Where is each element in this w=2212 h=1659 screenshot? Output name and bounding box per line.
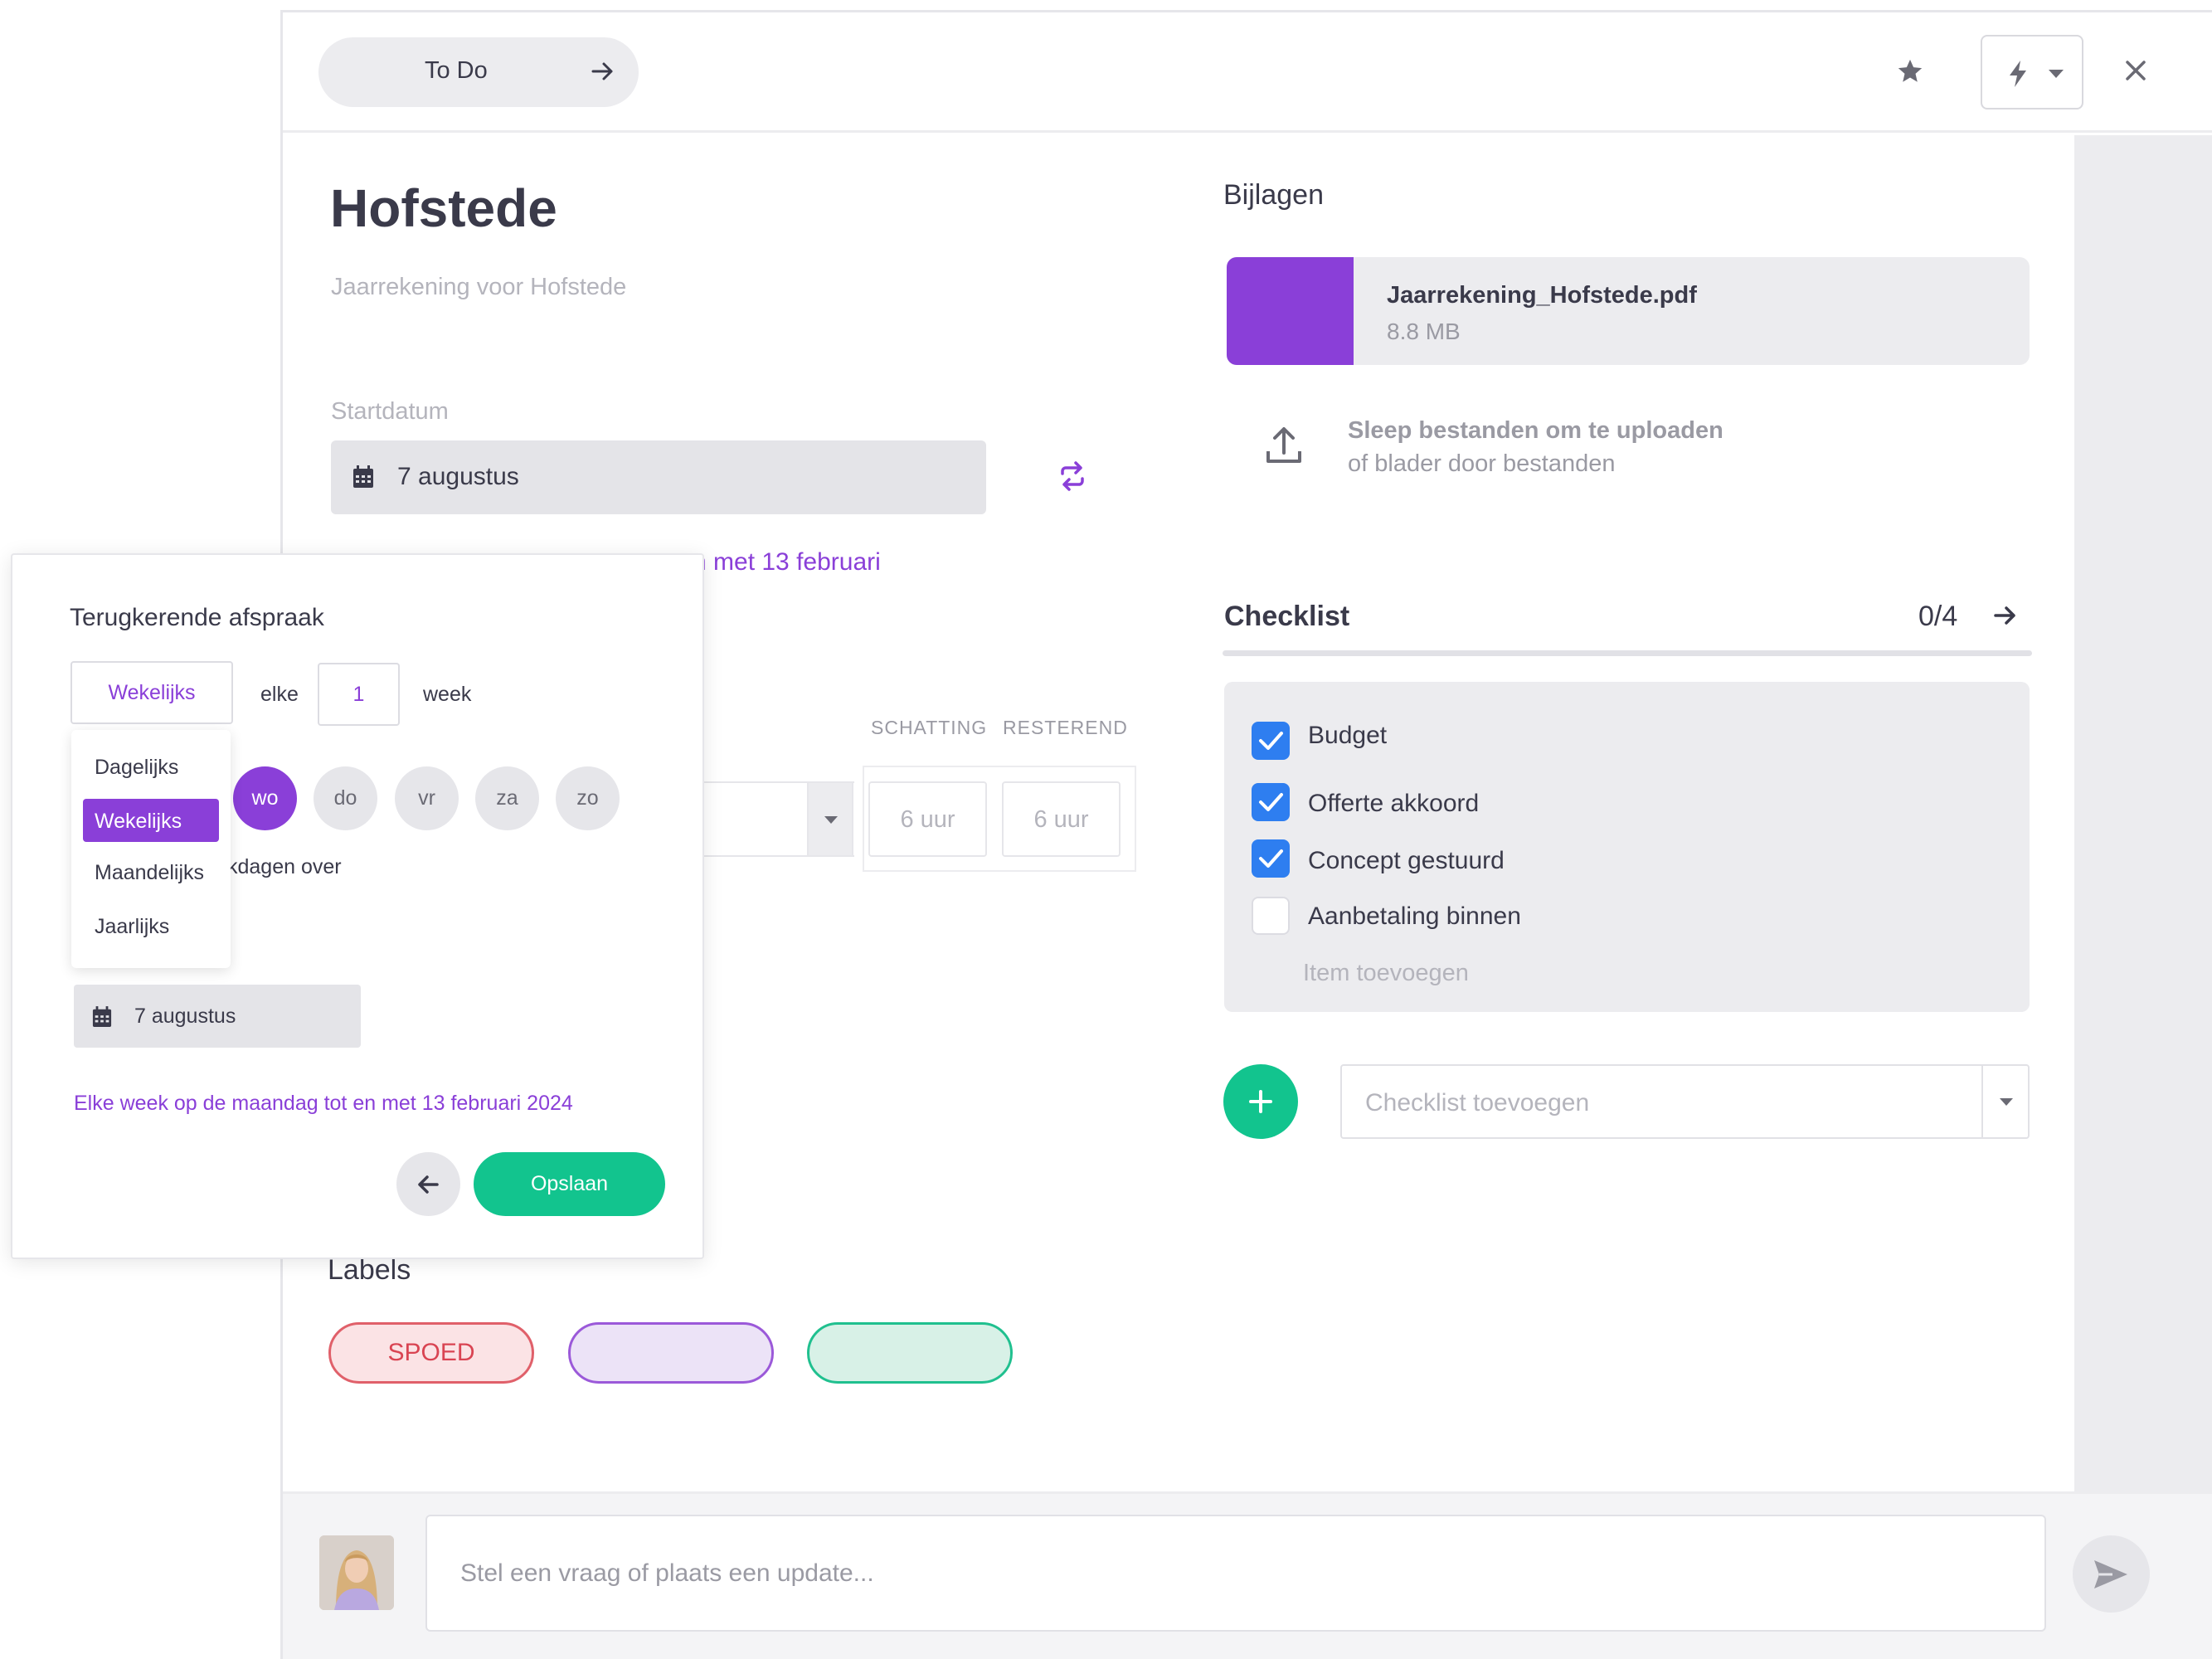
option-label: Maandelijks (95, 861, 205, 884)
checklist-count: 0/4 (1918, 601, 1958, 632)
start-date-field[interactable]: 7 augustus (331, 440, 986, 514)
remaining-input[interactable]: 6 uur (1002, 781, 1121, 857)
option-maandelijks[interactable]: Maandelijks (83, 850, 219, 893)
attachment-size: 8.8 MB (1387, 319, 1461, 344)
skip-weekdays-option[interactable]: kdagen over (227, 855, 342, 879)
attachments-heading: Bijlagen (1223, 179, 1324, 211)
checklist-heading: Checklist (1224, 601, 1350, 632)
upload-icon[interactable] (1266, 425, 1302, 466)
day-vr[interactable]: vr (395, 766, 459, 830)
day-label: za (496, 786, 518, 810)
chevron-down-icon (2049, 70, 2064, 78)
day-wo[interactable]: wo (233, 766, 297, 830)
frequency-dropdown: Dagelijks Wekelijks Maandelijks Jaarlijk… (71, 730, 231, 968)
day-zo[interactable]: zo (556, 766, 620, 830)
option-jaarlijks[interactable]: Jaarlijks (83, 904, 219, 947)
checkbox-aanbetaling[interactable] (1252, 897, 1290, 935)
upload-instruction[interactable]: Sleep bestanden om te uploaden (1348, 417, 1723, 445)
estimate-input[interactable]: 6 uur (868, 781, 987, 857)
frequency-value: Wekelijks (108, 681, 196, 704)
automation-dropdown-button[interactable] (1981, 35, 2083, 109)
calendar-icon (92, 1006, 112, 1028)
day-label: do (333, 786, 357, 810)
chevron-down-icon (2000, 1098, 2013, 1106)
plus-icon (1249, 1090, 1272, 1113)
repeat-icon[interactable] (1057, 461, 1087, 491)
calendar-icon (352, 465, 374, 489)
day-za[interactable]: za (475, 766, 539, 830)
frequency-select[interactable]: Wekelijks (70, 661, 233, 724)
day-do[interactable]: do (314, 766, 377, 830)
back-button[interactable] (396, 1152, 460, 1216)
checklist-item[interactable]: Budget (1308, 722, 1387, 750)
interval-input[interactable]: 1 (318, 663, 400, 726)
chevron-down-icon (824, 816, 838, 824)
checklist-progress-bar (1223, 650, 2032, 656)
checkbox-concept[interactable] (1252, 839, 1290, 878)
checklist-template-select[interactable]: Checklist toevoegen (1340, 1064, 2030, 1139)
remaining-value: 6 uur (1033, 806, 1089, 833)
send-button[interactable] (2073, 1535, 2150, 1613)
unit-label: week (423, 683, 472, 706)
start-date-label: Startdatum (331, 398, 449, 425)
add-item-input[interactable]: Item toevoegen (1303, 960, 1469, 987)
status-button[interactable]: To Do (318, 37, 639, 107)
save-button[interactable]: Opslaan (474, 1152, 665, 1216)
panel-side-strip (2074, 135, 2212, 1491)
estimate-value: 6 uur (900, 806, 955, 833)
arrow-right-icon[interactable] (1994, 604, 2019, 627)
checklist-item[interactable]: Offerte akkoord (1308, 790, 1479, 818)
option-dagelijks[interactable]: Dagelijks (83, 745, 219, 788)
send-icon (2093, 1559, 2129, 1590)
comment-box (425, 1515, 2046, 1632)
attachment-thumbnail (1227, 257, 1354, 365)
recurrence-summary[interactable]: n met 13 februari (693, 548, 881, 577)
label-pill-spoed[interactable]: SPOED (328, 1322, 534, 1384)
interval-value: 1 (352, 683, 365, 706)
day-label: zo (576, 786, 599, 810)
start-date-value: 7 augustus (397, 463, 519, 490)
day-label: wo (251, 786, 279, 810)
option-label: Jaarlijks (95, 915, 170, 938)
remaining-header: RESTEREND (1003, 717, 1128, 738)
estimate-header: SCHATTING (871, 717, 988, 738)
checkbox-offerte[interactable] (1252, 783, 1290, 821)
day-label: vr (418, 786, 435, 810)
assignee-select-toggle[interactable] (807, 781, 853, 857)
task-title[interactable]: Hofstede (330, 178, 557, 239)
avatar (319, 1535, 394, 1610)
arrow-left-icon (417, 1175, 439, 1194)
label-pill-purple[interactable] (568, 1322, 774, 1384)
comment-input[interactable] (460, 1550, 2003, 1598)
end-date-value: 7 augustus (134, 1005, 236, 1028)
popup-title: Terugkerende afspraak (70, 604, 324, 631)
attachment-name: Jaarrekening_Hofstede.pdf (1387, 282, 1697, 309)
label-text: SPOED (387, 1339, 475, 1366)
add-checklist-button[interactable] (1223, 1064, 1298, 1139)
option-label: Wekelijks (95, 810, 182, 833)
select-toggle[interactable] (1981, 1066, 2028, 1137)
option-wekelijks[interactable]: Wekelijks (83, 799, 219, 842)
checklist-select-placeholder: Checklist toevoegen (1365, 1089, 1590, 1117)
label-pill-green[interactable] (807, 1322, 1013, 1384)
star-icon[interactable] (1896, 57, 1924, 85)
checklist-item[interactable]: Concept gestuurd (1308, 847, 1505, 875)
save-label: Opslaan (530, 1172, 609, 1195)
checkbox-budget[interactable] (1252, 722, 1290, 760)
status-label: To Do (425, 57, 488, 84)
close-icon[interactable] (2125, 60, 2146, 81)
recurrence-summary-text: Elke week op de maandag tot en met 13 fe… (74, 1092, 573, 1115)
every-label: elke (260, 683, 299, 706)
option-label: Dagelijks (95, 756, 179, 779)
arrow-right-icon (591, 59, 615, 84)
bolt-icon (2007, 60, 2029, 88)
end-date-field[interactable]: 7 augustus (74, 985, 361, 1048)
browse-files-link[interactable]: of blader door bestanden (1348, 450, 1615, 478)
checklist-item[interactable]: Aanbetaling binnen (1308, 902, 1521, 931)
attachment-card[interactable]: Jaarrekening_Hofstede.pdf 8.8 MB (1227, 257, 2030, 365)
task-description[interactable]: Jaarrekening voor Hofstede (331, 274, 626, 301)
